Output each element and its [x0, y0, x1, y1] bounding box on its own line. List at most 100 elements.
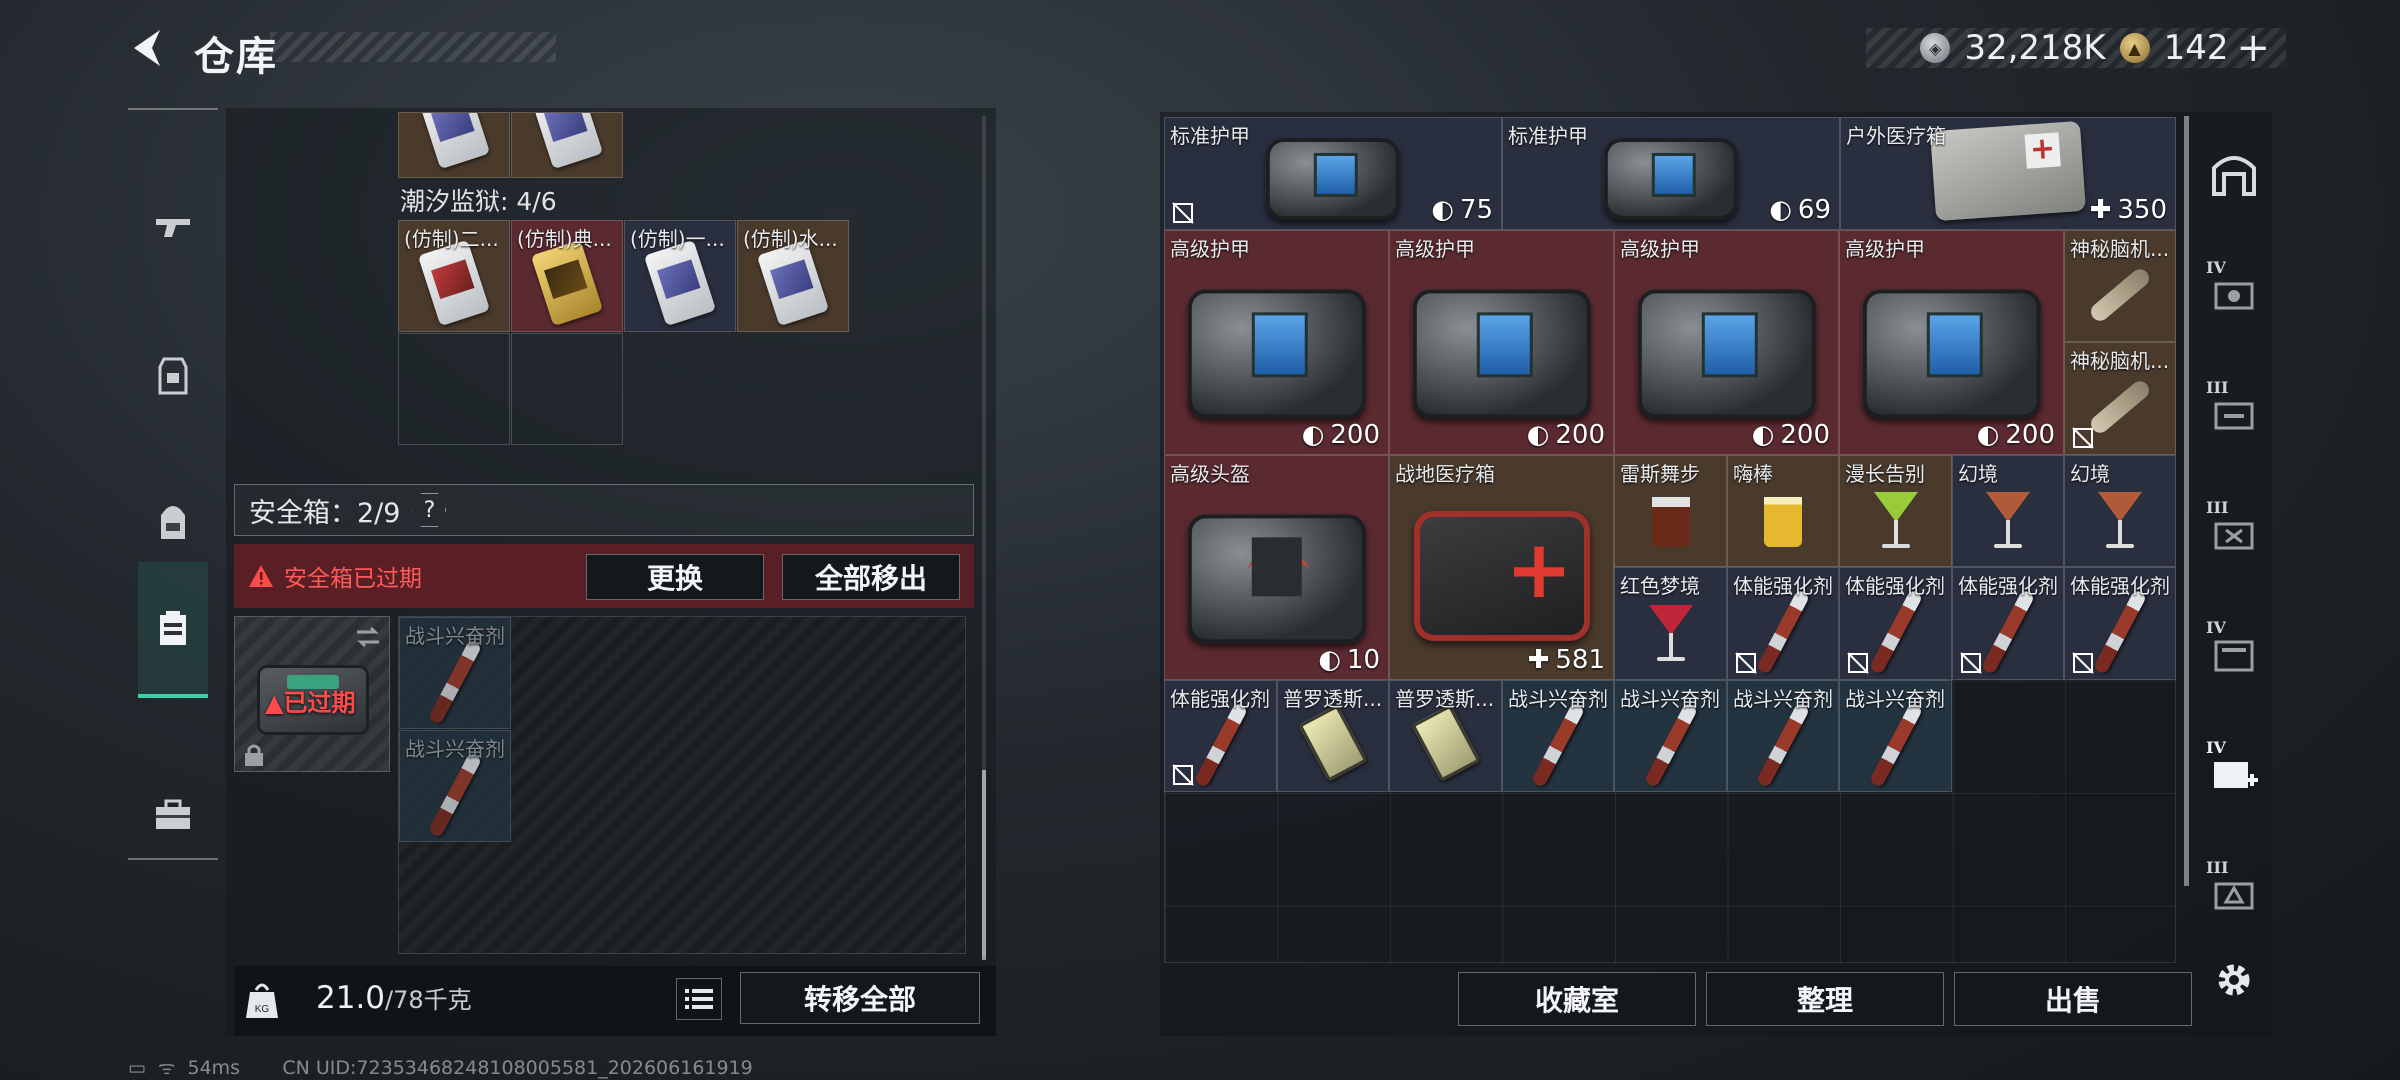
- stash-item[interactable]: 高级护甲 ◐ 200: [1839, 230, 2064, 455]
- stash-item[interactable]: 战地医疗箱 ✚581: [1389, 455, 1614, 680]
- stim-image: [1193, 701, 1248, 788]
- stash-item[interactable]: 战斗兴奋剂: [1727, 680, 1839, 792]
- collection-room-button[interactable]: 收藏室: [1458, 972, 1696, 1026]
- keycard-slot[interactable]: (仿制)一...: [624, 220, 736, 332]
- empty-slot[interactable]: [398, 333, 510, 445]
- stim-image: [2092, 589, 2148, 676]
- sort-button[interactable]: 整理: [1706, 972, 1944, 1026]
- ping-value: 54ms: [187, 1057, 241, 1079]
- stash-item[interactable]: 漫长告别: [1839, 455, 1952, 567]
- rail-stash-tier[interactable]: IV: [2206, 618, 2262, 680]
- safe-box-header: 安全箱：2/9 ?: [234, 484, 974, 536]
- item-label: (仿制)水...: [743, 227, 838, 251]
- nav-toolbox[interactable]: [138, 746, 208, 882]
- weight-current: 21.0: [316, 980, 386, 1016]
- stash-item[interactable]: 幻境: [2064, 455, 2176, 567]
- stash-item[interactable]: 体能强化剂: [1952, 567, 2064, 680]
- cocktail-image: [1648, 604, 1693, 665]
- item-label: 战斗兴奋剂: [405, 624, 505, 648]
- item-label: 雷斯舞步: [1620, 462, 1700, 486]
- cocktail-image: [1986, 492, 2030, 552]
- stash-item[interactable]: 体能强化剂: [2064, 567, 2176, 680]
- keycard-slot[interactable]: [398, 112, 510, 178]
- chip-image: [1411, 704, 1480, 782]
- rail-stash-add[interactable]: IV: [2206, 738, 2262, 800]
- item-label: 标准护甲: [1170, 124, 1250, 148]
- help-button[interactable]: ?: [412, 493, 447, 527]
- keycard-slot[interactable]: (仿制)二...: [398, 220, 510, 332]
- stash-item[interactable]: 战斗兴奋剂: [1502, 680, 1614, 792]
- keycard-slot[interactable]: [511, 112, 623, 178]
- stash-item[interactable]: 高级护甲 ◐ 200: [1614, 230, 1839, 455]
- stash-item[interactable]: 战斗兴奋剂: [1839, 680, 1952, 792]
- stash-item[interactable]: 普罗透斯...: [1389, 680, 1502, 792]
- stash-item[interactable]: 高级护甲 ◐ 200: [1389, 230, 1614, 455]
- safe-box-title: 安全箱：2/9: [249, 497, 401, 529]
- brain-implant-image: [2087, 377, 2153, 437]
- nav-armor[interactable]: [138, 308, 208, 444]
- stim-image: [427, 638, 483, 725]
- stash-item[interactable]: 神秘脑机...: [2064, 342, 2176, 455]
- stash-item[interactable]: 雷斯舞步: [1614, 455, 1727, 567]
- empty-slot[interactable]: [511, 333, 623, 445]
- list-view-button[interactable]: [676, 978, 722, 1020]
- safe-box-slot[interactable]: 战斗兴奋剂: [399, 617, 511, 729]
- expired-warning-text: 安全箱已过期: [284, 566, 422, 592]
- back-button[interactable]: [120, 22, 176, 74]
- stash-item[interactable]: 红色梦境: [1614, 567, 1727, 680]
- nav-weapons[interactable]: [138, 160, 208, 296]
- armor-image: [1862, 288, 2041, 419]
- keycard-slot[interactable]: (仿制)典...: [511, 220, 623, 332]
- stash-item[interactable]: 体能强化剂: [1164, 680, 1277, 792]
- replace-button[interactable]: 更换: [586, 554, 764, 600]
- add-currency-button[interactable]: +: [2236, 28, 2270, 68]
- stash-item[interactable]: 标准护甲 ◐ 75: [1164, 117, 1502, 230]
- rail-stash-tier[interactable]: III: [2206, 378, 2262, 440]
- container-scrollbar-thumb[interactable]: [982, 770, 986, 960]
- sell-button[interactable]: 出售: [1954, 972, 2192, 1026]
- rail-stash-tier[interactable]: IV: [2206, 258, 2262, 320]
- stash-item[interactable]: 体能强化剂: [1839, 567, 1952, 680]
- no-trade-icon: [1960, 652, 1982, 674]
- remove-all-button[interactable]: 全部移出: [782, 554, 960, 600]
- stash-item[interactable]: 幻境: [1952, 455, 2064, 567]
- stash-item[interactable]: 嗨棒: [1727, 455, 1839, 567]
- item-label: 漫长告别: [1845, 462, 1925, 486]
- item-label: 高级护甲: [1170, 237, 1250, 261]
- stash-item[interactable]: 普罗透斯...: [1277, 680, 1389, 792]
- item-label: 体能强化剂: [1733, 574, 1833, 598]
- stash-item[interactable]: 体能强化剂: [1727, 567, 1839, 680]
- stash-item[interactable]: 高级头盔 ◐ 10: [1164, 455, 1389, 680]
- tier-label: III: [2206, 378, 2229, 397]
- stash-item[interactable]: 神秘脑机...: [2064, 230, 2176, 342]
- stash-scrollbar[interactable]: [2184, 116, 2189, 886]
- wifi-icon: ᯤ: [158, 1057, 176, 1079]
- rail-stash-tier[interactable]: III: [2206, 858, 2262, 920]
- stash-item[interactable]: 标准护甲 ◐ 69: [1502, 117, 1840, 230]
- stim-image: [1980, 589, 2036, 676]
- silver-coin-icon: ◈: [1920, 33, 1951, 63]
- item-label: 体能强化剂: [1170, 687, 1270, 711]
- item-label: 幻境: [2070, 462, 2110, 486]
- drink-image: [1651, 497, 1690, 547]
- nav-safe-box[interactable]: [138, 562, 208, 698]
- keycard-image: [530, 113, 604, 170]
- rail-stash-tier[interactable]: III: [2206, 498, 2262, 560]
- item-value: ◐ 200: [1526, 420, 1605, 450]
- rail-vault[interactable]: [2206, 146, 2262, 202]
- vault-icon: [2212, 156, 2256, 196]
- safe-box-item[interactable]: ▲已过期: [234, 616, 390, 772]
- stash-item[interactable]: 战斗兴奋剂: [1614, 680, 1727, 792]
- item-label: 体能强化剂: [2070, 574, 2170, 598]
- safe-box-slot[interactable]: 战斗兴奋剂: [399, 730, 511, 842]
- stash-item[interactable]: 户外医疗箱 ✚350: [1840, 117, 2176, 230]
- stash-item[interactable]: 高级护甲 ◐ 200: [1164, 230, 1389, 455]
- swap-icon[interactable]: [353, 623, 383, 651]
- keycard-slot[interactable]: (仿制)水...: [737, 220, 849, 332]
- weight-readout: 21.0/78千克: [316, 980, 472, 1016]
- field-medkit-image: [1413, 511, 1590, 642]
- transfer-all-button[interactable]: 转移全部: [740, 972, 980, 1024]
- keycard-image: [417, 113, 491, 170]
- settings-button[interactable]: [2206, 952, 2262, 1008]
- tier-label: IV: [2206, 738, 2226, 757]
